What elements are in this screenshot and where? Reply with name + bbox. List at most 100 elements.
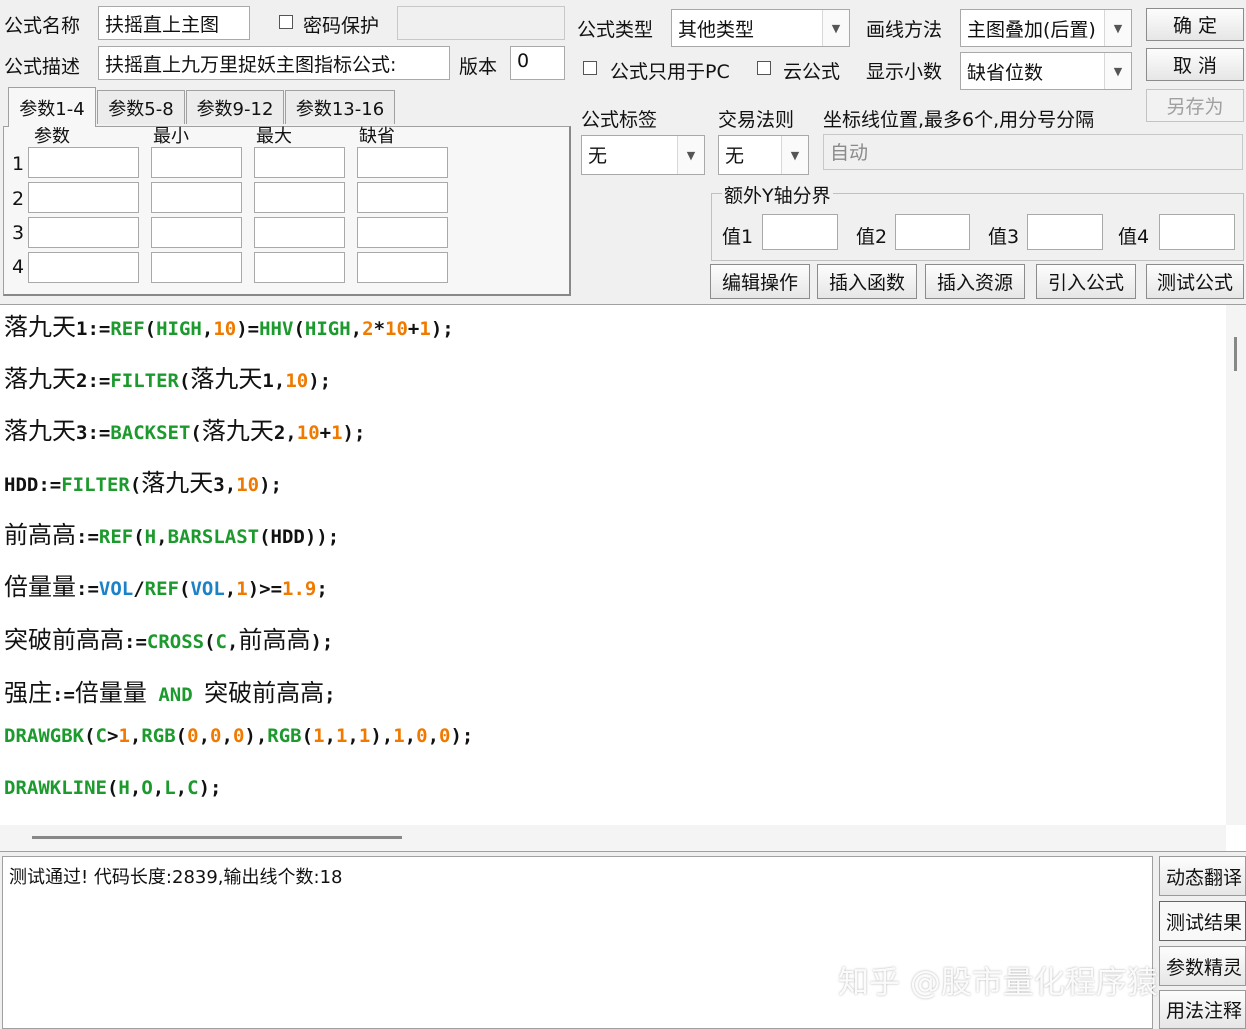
param-4-name-input[interactable]: [28, 252, 139, 283]
tab-params-5-8[interactable]: 参数5-8: [97, 90, 185, 124]
code-token: (: [106, 777, 119, 799]
code-line[interactable]: 落九天2:=FILTER(落九天1,10);: [4, 359, 331, 394]
code-token: 2,: [273, 422, 297, 444]
pc-only-label: 公式只用于PC: [610, 61, 730, 83]
version-input[interactable]: 0: [510, 46, 565, 80]
tab-params-1-4[interactable]: 参数1-4: [8, 87, 96, 127]
test-output-panel: 测试通过! 代码长度:2839,输出线个数:18: [2, 856, 1153, 1029]
usage-notes-button[interactable]: 用法注释: [1159, 990, 1246, 1029]
code-token: 0: [439, 725, 451, 747]
cancel-button[interactable]: 取 消: [1146, 48, 1244, 81]
code-line[interactable]: HDD:=FILTER(落九天3,10);: [4, 463, 282, 498]
save-as-button[interactable]: 另存为: [1146, 89, 1244, 122]
formula-name-input[interactable]: 扶摇直上主图: [98, 6, 250, 40]
cloud-formula-checkbox[interactable]: [757, 61, 771, 75]
password-checkbox[interactable]: [279, 15, 293, 29]
code-token: );: [430, 318, 454, 340]
y-value-4-input[interactable]: [1159, 214, 1235, 250]
code-token: )=: [236, 318, 260, 340]
code-editor[interactable]: 落九天1:=REF(HIGH,10)=HHV(HIGH,2*10+1); 落九天2…: [0, 304, 1246, 852]
tab-params-13-16[interactable]: 参数13-16: [285, 90, 395, 124]
decimals-select[interactable]: 缺省位数 ▼: [960, 52, 1132, 90]
param-2-max-input[interactable]: [254, 182, 345, 213]
param-2-name-input[interactable]: [28, 182, 139, 213]
draw-method-select[interactable]: 主图叠加(后置) ▼: [960, 9, 1132, 47]
ok-button[interactable]: 确 定: [1146, 8, 1244, 41]
code-token: 1: [393, 725, 405, 747]
code-line[interactable]: 倍量量:=VOL/REF(VOL,1)>=1.9;: [4, 567, 328, 602]
import-formula-button[interactable]: 引入公式: [1036, 264, 1136, 299]
tab-params-9-12[interactable]: 参数9-12: [186, 90, 284, 124]
code-line[interactable]: 落九天1:=REF(HIGH,10)=HHV(HIGH,2*10+1);: [4, 307, 454, 342]
code-line[interactable]: DRAWGBK(C>1,RGB(0,0,0),RGB(1,1,1),1,0,0)…: [4, 725, 473, 747]
code-token: 落九天: [4, 365, 76, 393]
code-token: ;: [316, 578, 328, 600]
code-token: ,: [129, 725, 142, 747]
horizontal-scroll-thumb[interactable]: [32, 836, 402, 839]
code-line[interactable]: 强庄:=倍量量 AND 突破前高高;: [4, 673, 336, 708]
param-wizard-button[interactable]: 参数精灵: [1159, 946, 1246, 986]
code-token: O: [141, 777, 153, 799]
formula-type-select[interactable]: 其他类型 ▼: [671, 9, 850, 47]
code-token: 0: [187, 725, 199, 747]
code-token: REF: [144, 578, 179, 600]
code-token: 1: [358, 725, 371, 747]
param-1-default-input[interactable]: [357, 147, 448, 178]
code-token: 1: [335, 725, 348, 747]
password-input[interactable]: [397, 6, 565, 40]
insert-function-button[interactable]: 插入函数: [817, 264, 917, 299]
horizontal-scrollbar[interactable]: [0, 825, 1226, 851]
code-line[interactable]: 突破前高高:=CROSS(C,前高高);: [4, 620, 333, 655]
param-4-min-input[interactable]: [151, 252, 242, 283]
formula-desc-input[interactable]: 扶摇直上九万里捉妖主图指标公式:: [98, 46, 450, 80]
param-3-default-input[interactable]: [357, 217, 448, 248]
code-token: 2: [362, 318, 374, 340]
code-line[interactable]: 落九天3:=BACKSET(落九天2,10+1);: [4, 411, 365, 446]
vertical-scroll-thumb[interactable]: [1234, 337, 1237, 371]
y-value-2-label: 值2: [856, 226, 888, 248]
test-formula-button[interactable]: 测试公式: [1146, 264, 1244, 299]
test-result-button[interactable]: 测试结果: [1159, 901, 1246, 941]
y-value-2-input[interactable]: [895, 214, 970, 250]
coord-line-input[interactable]: 自动: [823, 134, 1243, 170]
code-token: 前高高: [4, 521, 76, 549]
code-token: :=: [124, 631, 147, 653]
cloud-formula-label: 云公式: [783, 61, 841, 83]
param-row-number: 1: [12, 153, 25, 175]
code-token: H: [118, 777, 130, 799]
param-2-min-input[interactable]: [151, 182, 242, 213]
edit-operation-button[interactable]: 编辑操作: [710, 264, 810, 299]
formula-tag-select[interactable]: 无 ▼: [581, 135, 705, 175]
insert-resource-button[interactable]: 插入资源: [925, 264, 1025, 299]
y-value-3-input[interactable]: [1027, 214, 1103, 250]
code-token: 0: [210, 725, 222, 747]
vertical-scrollbar[interactable]: [1226, 305, 1246, 825]
pc-only-checkbox[interactable]: [583, 61, 597, 75]
code-token: ,: [201, 318, 214, 340]
param-1-max-input[interactable]: [254, 147, 345, 178]
code-token: L: [164, 777, 176, 799]
code-token: (: [293, 318, 305, 340]
dynamic-translate-button[interactable]: 动态翻译: [1159, 856, 1246, 896]
code-line[interactable]: DRAWKLINE(H,O,L,C);: [4, 777, 221, 799]
code-token: (: [144, 318, 157, 340]
code-line[interactable]: 前高高:=REF(H,BARSLAST(HDD));: [4, 515, 339, 550]
code-token: ,: [324, 725, 336, 747]
code-token: >: [106, 725, 119, 747]
param-4-default-input[interactable]: [357, 252, 448, 283]
param-4-max-input[interactable]: [254, 252, 345, 283]
code-token: ,: [221, 725, 233, 747]
draw-method-value: 主图叠加(后置): [967, 19, 1096, 41]
param-1-min-input[interactable]: [151, 147, 242, 178]
code-token: );: [308, 370, 332, 392]
code-token: )>=: [247, 578, 283, 600]
trade-rule-select[interactable]: 无 ▼: [718, 135, 809, 175]
code-token: C: [187, 777, 199, 799]
param-1-name-input[interactable]: [28, 147, 139, 178]
param-3-min-input[interactable]: [151, 217, 242, 248]
param-3-max-input[interactable]: [254, 217, 345, 248]
param-3-name-input[interactable]: [28, 217, 139, 248]
y-value-1-input[interactable]: [762, 214, 838, 250]
param-2-default-input[interactable]: [357, 182, 448, 213]
chevron-down-icon: ▼: [677, 136, 704, 174]
